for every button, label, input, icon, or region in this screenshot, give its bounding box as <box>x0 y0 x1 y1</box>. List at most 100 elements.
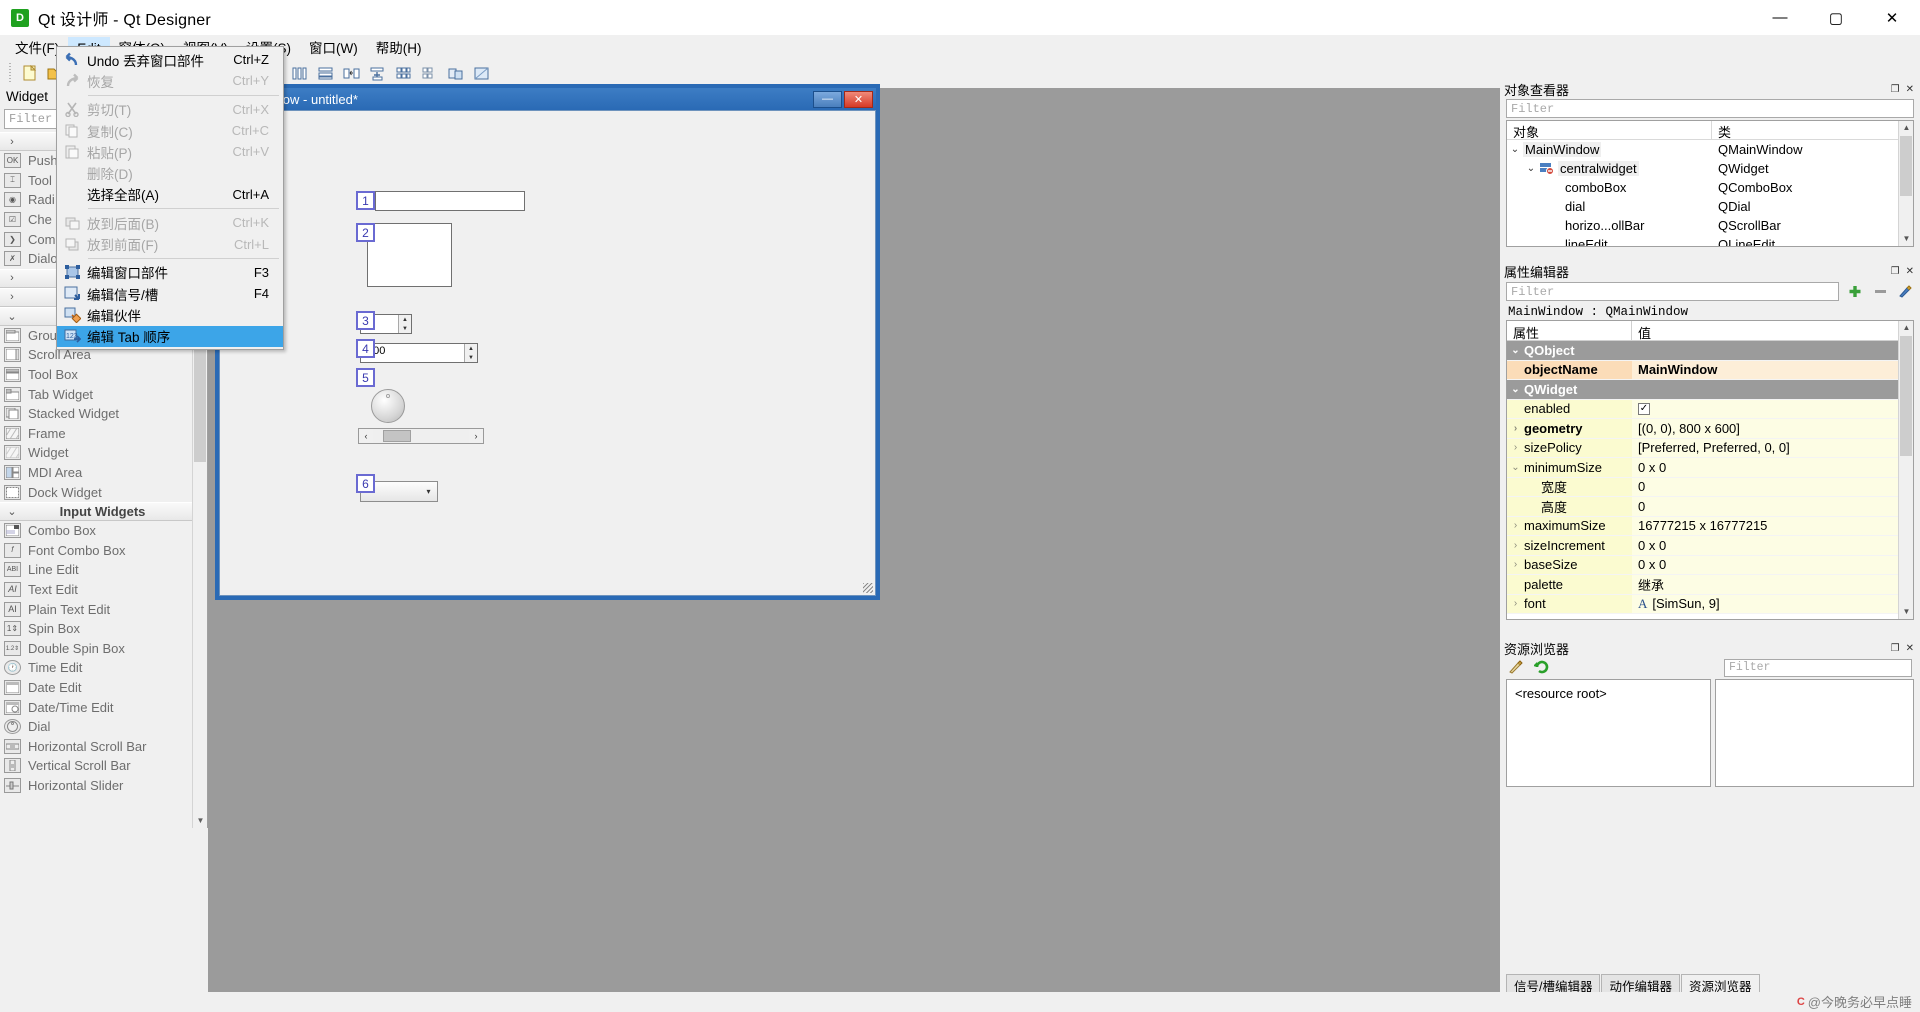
layout-form-icon[interactable] <box>364 61 390 85</box>
property-row-minimumsize[interactable]: ⌄ minimumSize 0 x 0 <box>1507 458 1913 478</box>
widget-item-dial[interactable]: Dial <box>0 717 207 737</box>
form-resize-grip[interactable] <box>863 583 873 593</box>
scroll-down-icon[interactable]: ▼ <box>1899 232 1913 246</box>
menu-item-select-all[interactable]: 选择全部(A) Ctrl+A <box>57 184 283 205</box>
scrollbar-thumb[interactable] <box>383 430 411 442</box>
form-time-edit[interactable]: 0:00 ▲▼ <box>360 343 478 363</box>
tab-order-badge-4[interactable]: 4 <box>356 339 375 358</box>
tab-order-badge-6[interactable]: 6 <box>356 474 375 493</box>
chevron-down-icon[interactable]: ⌄ <box>1523 163 1539 174</box>
break-layout-icon[interactable] <box>442 61 468 85</box>
property-editor-filter[interactable]: Filter <box>1506 281 1839 301</box>
property-value[interactable]: 16777215 x 16777215 <box>1632 516 1913 535</box>
layout-horizontally-icon[interactable] <box>286 61 312 85</box>
form-canvas[interactable]: 1 2 3 0 ▲▼ 4 0:00 ▲▼ 5 ‹ <box>219 110 876 596</box>
spin-box-arrows[interactable]: ▲ ▼ <box>398 315 411 333</box>
toolbar-grip[interactable] <box>7 63 13 83</box>
property-value[interactable]: 0 <box>1632 477 1913 496</box>
resource-browser-filter[interactable]: Filter <box>1724 659 1912 677</box>
widget-item-tab-widget[interactable]: Tab Widget <box>0 384 207 404</box>
float-icon[interactable]: ❐ <box>1891 84 1900 95</box>
property-value[interactable]: [SimSun, 9] <box>1652 596 1719 611</box>
resource-preview[interactable] <box>1715 679 1914 787</box>
tab-resource-browser[interactable]: 资源浏览器 <box>1681 974 1760 994</box>
chevron-down-icon[interactable]: ⌄ <box>1507 345 1524 356</box>
resource-tree[interactable]: <resource root> <box>1506 679 1711 787</box>
minimize-icon[interactable]: — <box>1752 0 1808 36</box>
widget-item-double-spin-box[interactable]: 1.2⇕ Double Spin Box <box>0 638 207 658</box>
widget-item-text-edit[interactable]: AI Text Edit <box>0 580 207 600</box>
object-inspector-filter[interactable]: Filter <box>1506 99 1914 118</box>
menu-window[interactable]: 窗口(W) <box>300 37 367 60</box>
menu-item-delete[interactable]: 删除(D) <box>57 162 283 183</box>
menu-help[interactable]: 帮助(H) <box>367 37 431 60</box>
property-table[interactable]: 属性 值 ⌄ QObject objectName MainWindow ⌄ QWi… <box>1506 320 1914 620</box>
menu-item-edit-buddies[interactable]: 编辑伙伴 <box>57 304 283 325</box>
maximize-icon[interactable]: ▢ <box>1808 0 1864 36</box>
tree-row[interactable]: lineEdit QLineEdit <box>1507 235 1913 246</box>
edit-resources-button[interactable] <box>1508 659 1524 678</box>
adjust-size-icon[interactable] <box>468 61 494 85</box>
form-window-titlebar[interactable]: MainWindow - untitled* — ✕ <box>219 88 876 110</box>
property-row-minwidth[interactable]: 宽度 0 <box>1507 477 1913 497</box>
close-icon[interactable]: ✕ <box>1906 84 1914 95</box>
property-group-row[interactable]: ⌄ QWidget <box>1507 380 1913 400</box>
tree-row[interactable]: ⌄ MainWindow QMainWindow <box>1507 140 1913 159</box>
property-value[interactable]: [Preferred, Preferred, 0, 0] <box>1632 438 1913 457</box>
scroll-right-icon[interactable]: › <box>469 431 483 441</box>
chevron-right-icon[interactable]: › <box>1507 540 1524 551</box>
menu-item-edit-widgets[interactable]: 编辑窗口部件 F3 <box>57 262 283 283</box>
widget-item-tool-box[interactable]: Tool Box <box>0 365 207 385</box>
tab-order-badge-2[interactable]: 2 <box>356 223 375 242</box>
edit-menu-popup[interactable]: Undo 丢弃窗口部件 Ctrl+Z 恢复 Ctrl+Y 剪切(T) Ctrl+… <box>56 46 284 350</box>
widget-item-frame[interactable]: Frame <box>0 424 207 444</box>
menu-item-edit-tab-order[interactable]: 123 编辑 Tab 顺序 <box>57 325 283 347</box>
property-value[interactable]: MainWindow <box>1632 360 1913 379</box>
form-window[interactable]: MainWindow - untitled* — ✕ 1 2 3 0 ▲▼ 4 <box>215 84 880 600</box>
time-edit-value[interactable]: 0:00 <box>361 344 464 362</box>
widget-item-stacked-widget[interactable]: Stacked Widget <box>0 404 207 424</box>
chevron-down-icon[interactable]: ⌄ <box>1507 144 1523 155</box>
float-icon[interactable]: ❐ <box>1891 643 1900 654</box>
property-value[interactable]: 0 <box>1632 497 1913 516</box>
scroll-up-icon[interactable]: ▲ <box>1899 121 1913 135</box>
property-table-scrollbar[interactable]: ▲ ▼ <box>1898 321 1913 619</box>
enabled-checkbox[interactable]: ✓ <box>1638 402 1650 415</box>
widget-item-mdi-area[interactable]: MDI Area <box>0 463 207 483</box>
remove-property-button[interactable] <box>1872 283 1889 300</box>
menu-item-cut[interactable]: 剪切(T) Ctrl+X <box>57 99 283 120</box>
menu-item-edit-signals-slots[interactable]: 编辑信号/槽 F4 <box>57 283 283 304</box>
spin-down-icon[interactable]: ▼ <box>399 324 411 333</box>
time-down-icon[interactable]: ▼ <box>465 353 477 362</box>
property-row-font[interactable]: › font A [SimSun, 9] <box>1507 594 1913 614</box>
form-dial[interactable] <box>371 389 405 423</box>
object-inspector-tree[interactable]: 对象 类 ⌄ MainWindow QMainWindow ⌄ centralw… <box>1506 120 1914 247</box>
form-minimize-icon[interactable]: — <box>813 90 842 108</box>
scrollbar-thumb[interactable] <box>1900 136 1912 196</box>
property-row-palette[interactable]: palette 继承 <box>1507 575 1913 595</box>
add-property-button[interactable] <box>1847 283 1864 300</box>
tab-signal-slot-editor[interactable]: 信号/槽编辑器 <box>1506 974 1601 994</box>
widget-item-widget[interactable]: Widget <box>0 443 207 463</box>
new-form-icon[interactable] <box>16 61 42 85</box>
reload-button[interactable] <box>1533 659 1550 678</box>
tab-order-badge-5[interactable]: 5 <box>356 368 375 387</box>
property-row-sizeincrement[interactable]: › sizeIncrement 0 x 0 <box>1507 536 1913 556</box>
layout-vertically-icon[interactable] <box>312 61 338 85</box>
widget-item-spin-box[interactable]: 1⇕ Spin Box <box>0 619 207 639</box>
widget-item-horizontal-slider[interactable]: Horizontal Slider <box>0 776 207 796</box>
tree-row[interactable]: ⌄ centralwidget QWidget <box>1507 159 1913 178</box>
chevron-right-icon[interactable]: › <box>1507 442 1524 453</box>
property-group-row[interactable]: ⌄ QObject <box>1507 341 1913 361</box>
scroll-left-icon[interactable]: ‹ <box>359 431 373 441</box>
chevron-down-icon[interactable]: ⌄ <box>1507 384 1524 395</box>
scrollbar-thumb[interactable] <box>1900 336 1912 456</box>
scroll-down-icon[interactable]: ▼ <box>1899 605 1913 619</box>
property-value[interactable]: [(0, 0), 800 x 600] <box>1632 419 1913 438</box>
spin-up-icon[interactable]: ▲ <box>399 315 411 324</box>
close-icon[interactable]: ✕ <box>1864 0 1920 36</box>
chevron-right-icon[interactable]: › <box>1507 423 1524 434</box>
tab-order-badge-3[interactable]: 3 <box>356 311 375 330</box>
widget-item-dock-widget[interactable]: Dock Widget <box>0 482 207 502</box>
configure-button[interactable] <box>1897 283 1914 300</box>
